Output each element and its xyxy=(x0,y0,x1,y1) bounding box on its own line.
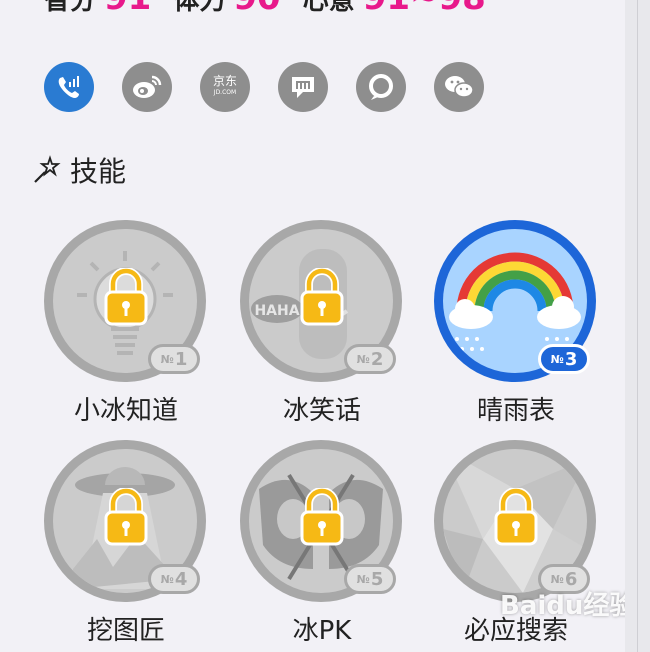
share-phone-button[interactable] xyxy=(44,62,94,112)
skill-number: 1 xyxy=(174,348,188,370)
qq-icon xyxy=(369,74,393,100)
skill-number: 4 xyxy=(174,568,188,590)
skill-number-badge: № 5 xyxy=(344,564,396,594)
skill-label: 晴雨表 xyxy=(476,396,555,426)
lock-icon xyxy=(494,488,538,546)
skill-number-badge: № 2 xyxy=(344,344,396,374)
skill-item-3[interactable]: № 3 晴雨表 xyxy=(434,220,598,427)
share-wechat-button[interactable] xyxy=(434,62,484,112)
xiaoice-profile-panel: 智分 91 体力 90 心意 91~98 京东 JD.COM xyxy=(0,0,625,652)
skill-number: 2 xyxy=(370,348,384,370)
skill-label: 挖图匠 xyxy=(86,616,165,646)
score-value-1: 91 xyxy=(104,0,151,18)
jd-icon: 京东 JD.COM xyxy=(213,75,237,99)
score-value-2: 90 xyxy=(233,0,280,18)
skills-section-header: 技能 xyxy=(32,150,126,190)
skill-item-1[interactable]: № 1 小冰知道 xyxy=(44,220,208,427)
lock-icon xyxy=(104,488,148,546)
skill-label: 小冰知道 xyxy=(73,396,178,426)
phone-icon xyxy=(58,76,79,98)
wechat-icon xyxy=(445,76,474,98)
joke-art-text: HAHA xyxy=(254,303,299,319)
share-buttons: 京东 JD.COM xyxy=(44,62,484,112)
score-label-3: 心意 xyxy=(302,0,355,16)
skill-number-badge: № 3 xyxy=(538,344,590,374)
skill-badge: HAHA № 2 xyxy=(240,220,402,382)
score-row: 智分 91 体力 90 心意 91~98 xyxy=(44,0,508,18)
skill-number: 5 xyxy=(370,568,384,590)
skill-badge: № 3 xyxy=(434,220,596,382)
score-label-1: 智分 xyxy=(44,0,97,16)
score-label-2: 体力 xyxy=(173,0,226,16)
skill-badge: № 4 xyxy=(44,440,206,602)
share-weibo-button[interactable] xyxy=(122,62,172,112)
scrollbar-track[interactable] xyxy=(625,0,650,652)
skill-badge: № 1 xyxy=(44,220,206,382)
jd-text: 京东 xyxy=(212,74,237,88)
skill-number-badge: № 4 xyxy=(148,564,200,594)
skill-item-2[interactable]: HAHA № 2 冰笑话 xyxy=(240,220,404,427)
skill-label: 冰PK xyxy=(292,616,352,646)
lock-icon xyxy=(104,268,148,326)
skill-badge: № 6 xyxy=(434,440,596,602)
skill-number-badge: № 1 xyxy=(148,344,200,374)
skills-section-title: 技能 xyxy=(70,155,127,188)
skill-item-5[interactable]: № 5 冰PK xyxy=(240,440,404,647)
score-value-3: 91~98 xyxy=(363,0,486,18)
skill-badge: № 5 xyxy=(240,440,402,602)
lock-icon xyxy=(300,488,344,546)
share-qq-button[interactable] xyxy=(356,62,406,112)
baidu-jingyan-watermark: Baidu经验 xyxy=(500,591,625,621)
jd-subtext: JD.COM xyxy=(213,89,237,96)
mi-talk-icon xyxy=(292,77,314,98)
lock-icon xyxy=(300,268,344,326)
magic-wand-icon xyxy=(34,155,61,183)
skill-label: 冰笑话 xyxy=(282,396,361,426)
share-mi-talk-button[interactable] xyxy=(278,62,328,112)
weibo-icon xyxy=(133,75,162,98)
skill-number: 3 xyxy=(564,348,578,370)
skill-item-4[interactable]: № 4 挖图匠 xyxy=(44,440,208,647)
share-jd-button[interactable]: 京东 JD.COM xyxy=(200,62,250,112)
